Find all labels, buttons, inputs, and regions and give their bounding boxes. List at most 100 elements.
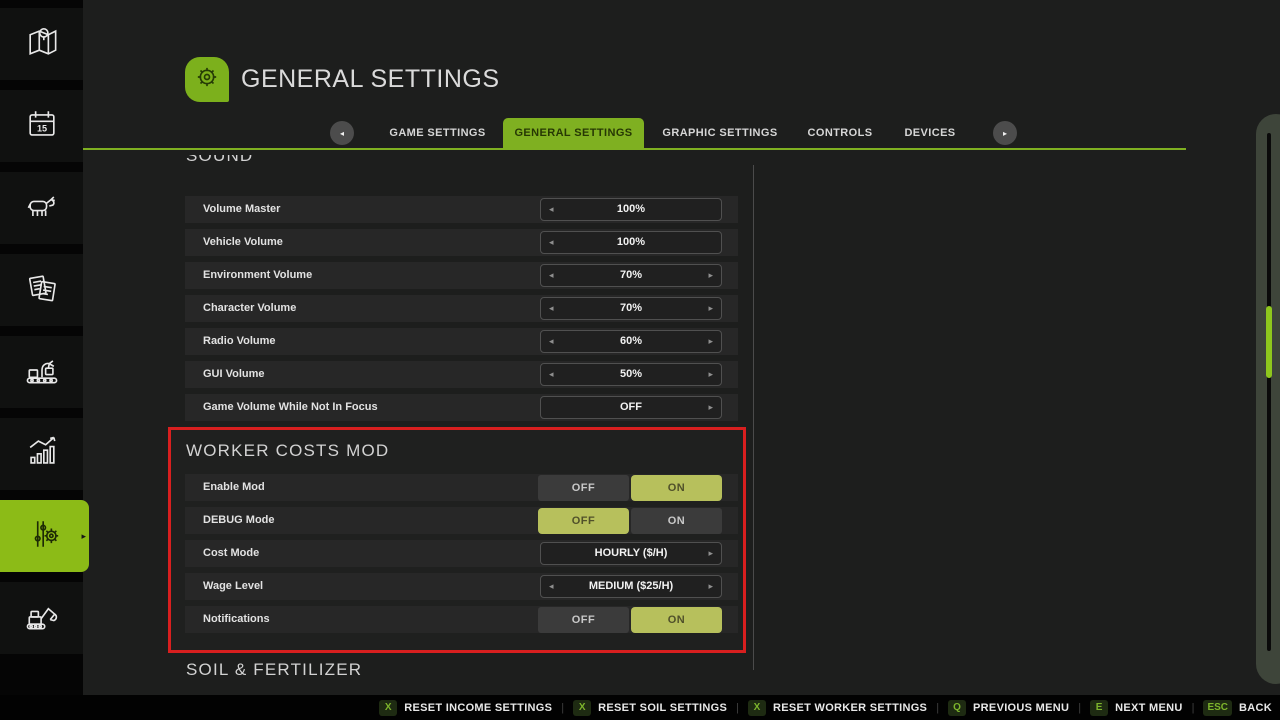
active-notch-icon: ▸ [81, 531, 86, 542]
stepper-right-icon[interactable]: ▸ [708, 298, 713, 319]
radio-volume-stepper[interactable]: ◂ 60% ▸ [540, 330, 722, 353]
tab-game-settings[interactable]: GAME SETTINGS [380, 118, 495, 149]
stepper-value: 70% [541, 298, 721, 319]
footer-separator: | [936, 702, 939, 714]
tab-graphic-settings[interactable]: GRAPHIC SETTINGS [655, 118, 785, 149]
reset-soil-settings-button[interactable]: X RESET SOIL SETTINGS [573, 700, 727, 716]
page-scrollbar-track [1267, 133, 1271, 651]
notifications-toggle: OFF ON [538, 607, 722, 633]
setting-label: Vehicle Volume [203, 229, 283, 256]
tab-bar: GAME SETTINGS GENERAL SETTINGS GRAPHIC S… [83, 118, 1186, 149]
reset-income-settings-button[interactable]: X RESET INCOME SETTINGS [379, 700, 552, 716]
stepper-right-icon[interactable]: ▸ [708, 576, 713, 597]
footer-label: BACK [1239, 702, 1272, 714]
tab-devices[interactable]: DEVICES [895, 118, 965, 149]
setting-row-wage-level: Wage Level ◂ MEDIUM ($25/H) ▸ [185, 573, 738, 600]
section-title-worker-costs-mod: WORKER COSTS MOD [186, 441, 743, 461]
sidebar-item-animals[interactable] [0, 172, 83, 244]
map-icon [22, 22, 62, 67]
stepper-left-icon[interactable]: ◂ [549, 265, 554, 286]
page-scrollbar-thumb[interactable] [1266, 306, 1272, 378]
stepper-right-icon[interactable]: ▸ [708, 364, 713, 385]
footer-label: RESET INCOME SETTINGS [404, 702, 552, 714]
stepper-value: 100% [541, 199, 721, 220]
settings-icon [25, 514, 65, 559]
stepper-right-icon[interactable]: ▸ [708, 543, 713, 564]
notifications-off-button[interactable]: OFF [538, 607, 629, 633]
page-icon [185, 57, 229, 102]
setting-label: DEBUG Mode [203, 507, 275, 534]
setting-row-volume-master: Volume Master ◂ 100% [185, 196, 738, 223]
key-x-badge: X [573, 700, 591, 716]
stepper-value: MEDIUM ($25/H) [541, 576, 721, 597]
stepper-left-icon[interactable]: ◂ [549, 298, 554, 319]
footer-separator: | [561, 702, 564, 714]
setting-label: Game Volume While Not In Focus [203, 394, 378, 421]
stepper-left-icon[interactable]: ◂ [549, 232, 554, 253]
sidebar-item-map[interactable] [0, 8, 83, 80]
setting-row-game-volume-focus: Game Volume While Not In Focus OFF ▸ [185, 394, 738, 421]
tab-controls[interactable]: CONTROLS [800, 118, 880, 149]
game-volume-focus-stepper[interactable]: OFF ▸ [540, 396, 722, 419]
previous-menu-button[interactable]: Q PREVIOUS MENU [948, 700, 1069, 716]
debug-mode-on-button[interactable]: ON [631, 508, 722, 534]
wage-level-stepper[interactable]: ◂ MEDIUM ($25/H) ▸ [540, 575, 722, 598]
gear-icon [192, 62, 222, 97]
enable-mod-off-button[interactable]: OFF [538, 475, 629, 501]
debug-mode-toggle: OFF ON [538, 508, 722, 534]
stepper-value: 50% [541, 364, 721, 385]
stepper-right-icon[interactable]: ▸ [708, 331, 713, 352]
arrow-right-icon: ▸ [1003, 129, 1007, 138]
setting-label: Notifications [203, 606, 270, 633]
stepper-left-icon[interactable]: ◂ [549, 364, 554, 385]
sidebar-item-construction[interactable] [0, 582, 83, 654]
setting-row-cost-mode: Cost Mode HOURLY ($/H) ▸ [185, 540, 738, 567]
setting-label: GUI Volume [203, 361, 265, 388]
stepper-value: OFF [541, 397, 721, 418]
vehicle-volume-stepper[interactable]: ◂ 100% [540, 231, 722, 254]
calendar-icon: 15 [22, 104, 62, 149]
cost-mode-stepper[interactable]: HOURLY ($/H) ▸ [540, 542, 722, 565]
worker-costs-mod-section: WORKER COSTS MOD Enable Mod OFF ON DEBUG… [168, 427, 746, 653]
list-scrollbar[interactable] [753, 165, 754, 670]
sidebar-item-settings[interactable]: ▸ [0, 500, 89, 572]
debug-mode-off-button[interactable]: OFF [538, 508, 629, 534]
next-menu-button[interactable]: E NEXT MENU [1090, 700, 1182, 716]
setting-row-character-volume: Character Volume ◂ 70% ▸ [185, 295, 738, 322]
svg-text:15: 15 [36, 123, 46, 133]
sidebar-item-calendar[interactable]: 15 [0, 90, 83, 162]
stepper-left-icon[interactable]: ◂ [549, 199, 554, 220]
stepper-right-icon[interactable]: ▸ [708, 265, 713, 286]
stepper-right-icon[interactable]: ▸ [708, 397, 713, 418]
setting-label: Radio Volume [203, 328, 276, 355]
notifications-on-button[interactable]: ON [631, 607, 722, 633]
setting-label: Cost Mode [203, 540, 259, 567]
setting-row-notifications: Notifications OFF ON [185, 606, 738, 633]
sidebar-item-statistics[interactable] [0, 418, 83, 490]
section-title-sound: SOUND [186, 155, 753, 166]
statistics-icon [22, 432, 62, 477]
production-icon [22, 350, 62, 395]
setting-label: Volume Master [203, 196, 280, 223]
setting-label: Environment Volume [203, 262, 312, 289]
tabs-next-button[interactable]: ▸ [993, 121, 1017, 145]
setting-row-vehicle-volume: Vehicle Volume ◂ 100% [185, 229, 738, 256]
environment-volume-stepper[interactable]: ◂ 70% ▸ [540, 264, 722, 287]
enable-mod-on-button[interactable]: ON [631, 475, 722, 501]
tab-general-settings[interactable]: GENERAL SETTINGS [503, 118, 644, 149]
back-button[interactable]: ESC BACK [1203, 700, 1272, 716]
sidebar-item-production[interactable] [0, 336, 83, 408]
reset-worker-settings-button[interactable]: X RESET WORKER SETTINGS [748, 700, 927, 716]
gui-volume-stepper[interactable]: ◂ 50% ▸ [540, 363, 722, 386]
footer-separator: | [1078, 702, 1081, 714]
volume-master-stepper[interactable]: ◂ 100% [540, 198, 722, 221]
stepper-left-icon[interactable]: ◂ [549, 576, 554, 597]
stepper-value: 100% [541, 232, 721, 253]
setting-row-enable-mod: Enable Mod OFF ON [185, 474, 738, 501]
sidebar-item-contracts[interactable] [0, 254, 83, 326]
stepper-left-icon[interactable]: ◂ [549, 331, 554, 352]
character-volume-stepper[interactable]: ◂ 70% ▸ [540, 297, 722, 320]
key-x-badge: X [748, 700, 766, 716]
animal-icon [22, 186, 62, 231]
screen: 15 ▸ [0, 0, 1280, 720]
